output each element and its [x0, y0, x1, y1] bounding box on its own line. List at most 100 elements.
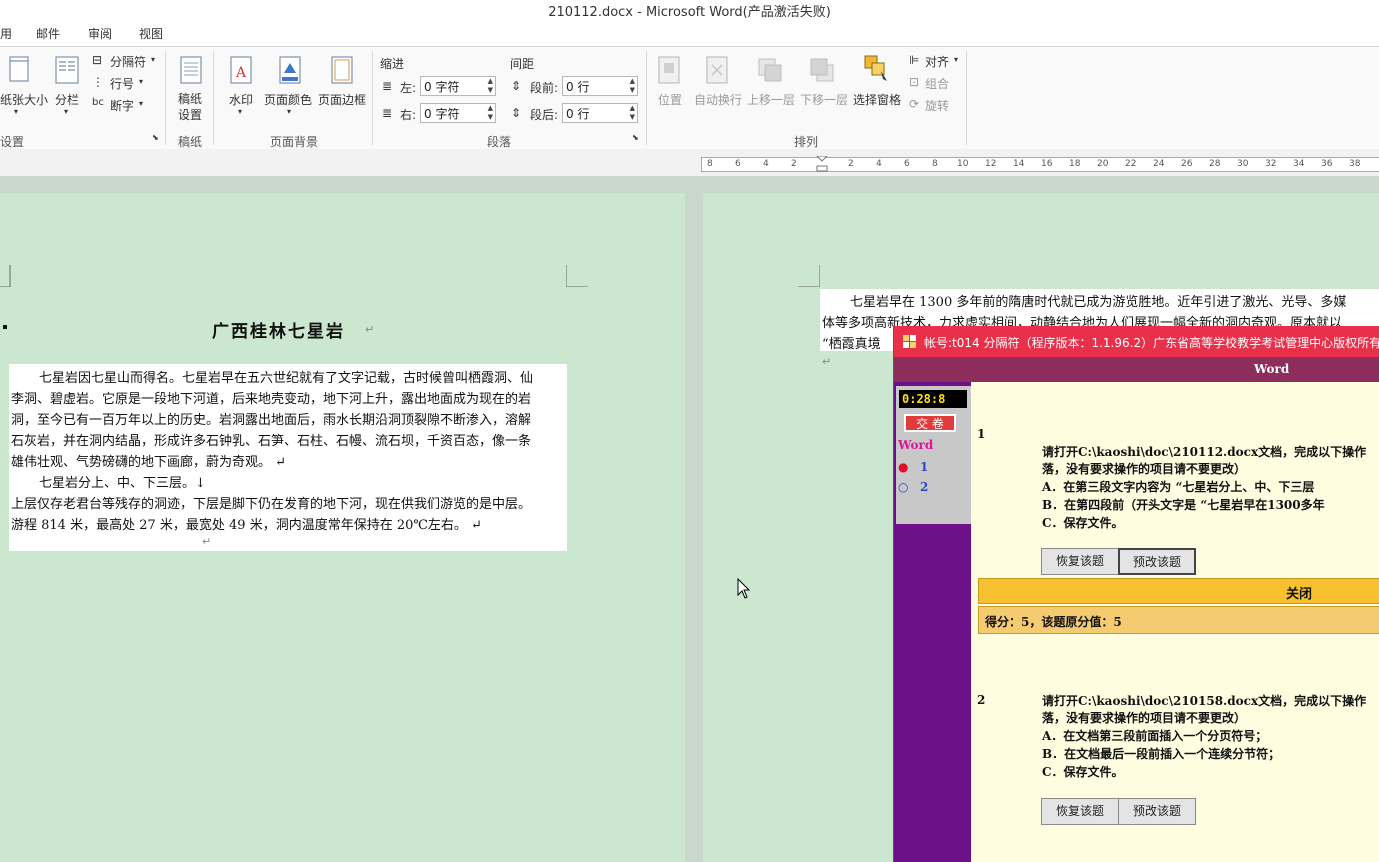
paragraph-line: 李洞、碧虚岩。它原是一段地下河道，后来地壳变动，地下河上升，露出地面成为现在的岩	[11, 392, 532, 407]
submit-exam-button[interactable]: 交 卷	[904, 414, 956, 432]
grade-question-button[interactable]: 预改该题	[1118, 548, 1196, 575]
paragraph-line: 上层仅存老君台等残存的洞迹，下层是脚下仍在发育的地下河，现在供我们游览的是中层。	[11, 497, 532, 512]
wrap-text-icon	[706, 56, 728, 84]
paragraph-launcher-icon[interactable]: ⬊	[632, 133, 639, 142]
close-button[interactable]: 关闭	[1286, 583, 1312, 602]
spinner-arrows-icon[interactable]: ▲ ▼	[488, 77, 493, 95]
line-numbers-button[interactable]: 行号	[110, 75, 134, 92]
ruler-tick: 10	[957, 159, 969, 169]
question-line: 落，没有要求操作的项目请不要更改）	[1042, 462, 1247, 476]
tab-mailings[interactable]: 邮件	[36, 25, 60, 42]
columns-button[interactable]: 分栏	[55, 91, 79, 108]
svg-text:A: A	[235, 65, 247, 81]
spacing-title: 间距	[510, 57, 535, 71]
align-icon: ⊫	[909, 53, 920, 67]
paragraph-line: 雄伟壮观、气势磅礴的地下画廊，蔚为奇观。 ↵	[11, 455, 287, 470]
ruler-tick: 4	[763, 159, 769, 169]
paragraph-mark: ↵	[822, 355, 832, 368]
question-number: 2	[977, 693, 986, 707]
selected-dot-icon: ●	[898, 460, 909, 474]
page-borders-button[interactable]: 页面边框	[318, 91, 366, 108]
hyphenation-chevron-icon: ▾	[139, 99, 144, 108]
horizontal-ruler[interactable]: 8 6 4 2 2 4 6 8 10 12 14 16 18 20 22 24 …	[701, 156, 1379, 172]
indent-marker-icon[interactable]	[816, 156, 828, 172]
group-icon: ⊡	[909, 75, 920, 89]
mouse-cursor-icon	[737, 578, 751, 599]
spinner-arrows-icon[interactable]: ▲ ▼	[630, 104, 635, 122]
restore-question-button[interactable]: 恢复该题	[1041, 798, 1119, 825]
tab-layout[interactable]: 用	[0, 25, 12, 42]
ribbon: 纸张大小 ▾ 分栏 ▾ ⊟ 分隔符 ▾ ⋮ 行号 ▾ bc 断字 ▾ 设置 ⬊ …	[0, 46, 1379, 150]
restore-question-button[interactable]: 恢复该题	[1041, 548, 1119, 575]
countdown-timer: 0:28:8	[899, 390, 967, 408]
rotate-button[interactable]: 旋转	[925, 97, 949, 114]
space-before-input[interactable]: 0 行 ▲ ▼	[562, 76, 638, 96]
ruler-tick: 14	[1013, 159, 1025, 169]
margin-corner-mark	[0, 265, 11, 287]
watermark-button[interactable]: 水印	[229, 91, 253, 108]
paragraph-group-label: 段落	[487, 135, 512, 149]
bring-forward-button[interactable]: 上移一层	[747, 91, 795, 108]
exam-dialog: 帐号:t014 分隔符（程序版本：1.1.96.2）广东省高等学校教学考试管理中…	[893, 326, 1379, 862]
indent-right-icon: ≣	[382, 106, 393, 120]
paragraph-mark: ↵	[202, 535, 212, 548]
ruler-tick: 32	[1265, 159, 1277, 169]
ruler-tick: 20	[1097, 159, 1109, 169]
divider	[213, 51, 214, 145]
draft-settings-button[interactable]: 稿纸 设置	[178, 91, 202, 123]
paragraph-line: 七星岩分上、中、下三层。↓	[39, 476, 206, 491]
tab-review[interactable]: 审阅	[88, 25, 112, 42]
paper-size-button[interactable]: 纸张大小	[0, 91, 48, 108]
score-text: 得分：5，该题原分值：5	[985, 615, 1122, 629]
bullet-mark	[3, 325, 7, 329]
indent-right-input[interactable]: 0 字符 ▲ ▼	[420, 103, 496, 123]
spinner-arrows-icon[interactable]: ▲ ▼	[488, 104, 493, 122]
question-nav-item-2[interactable]: ○ 2	[898, 480, 928, 494]
send-backward-button[interactable]: 下移一层	[800, 91, 848, 108]
rotate-icon: ⟳	[909, 97, 920, 111]
exam-dialog-titlebar[interactable]: 帐号:t014 分隔符（程序版本：1.1.96.2）广东省高等学校教学考试管理中…	[894, 326, 1379, 357]
exam-sidebar-panel: 0:28:8 交 卷 Word ● 1 ○ 2	[896, 386, 971, 524]
group-button[interactable]: 组合	[925, 75, 949, 92]
unselected-dot-icon: ○	[898, 480, 909, 494]
paragraph-mark: ↵	[365, 323, 375, 336]
question-number: 1	[977, 427, 986, 441]
position-button[interactable]: 位置	[658, 91, 682, 108]
question-line: 请打开C:\kaoshi\doc\210158.docx文档，完成以下操作	[1042, 694, 1367, 708]
indent-left-input[interactable]: 0 字符 ▲ ▼	[420, 76, 496, 96]
ruler-tick: 4	[876, 159, 882, 169]
ribbon-tabs: 用 邮件 审阅 视图	[0, 22, 1379, 46]
ruler-tick: 18	[1069, 159, 1081, 169]
breaks-chevron-icon: ▾	[151, 55, 156, 64]
paper-size-chevron-icon: ▾	[14, 107, 19, 116]
tab-view[interactable]: 视图	[139, 25, 163, 42]
paragraph-line: 石灰岩，并在洞内结晶，形成许多石钟乳、石笋、石柱、石幔、流石坝，千资百态，像一条	[11, 434, 532, 449]
ruler-tick: 12	[985, 159, 997, 169]
breaks-icon: ⊟	[92, 53, 103, 67]
question-line: 落，没有要求操作的项目请不要更改）	[1042, 711, 1247, 725]
hyphenation-button[interactable]: 断字	[110, 97, 134, 114]
question-line: C．保存文件。	[1042, 516, 1124, 530]
grade-question-button[interactable]: 预改该题	[1118, 798, 1196, 825]
selection-pane-button[interactable]: 选择窗格	[853, 91, 901, 108]
page-color-button[interactable]: 页面颜色	[264, 91, 312, 108]
page-setup-launcher-icon[interactable]: ⬊	[152, 133, 159, 142]
question-nav-item-1[interactable]: ● 1	[898, 460, 928, 474]
wrap-text-button[interactable]: 自动换行	[694, 91, 742, 108]
ruler-tick: 6	[735, 159, 741, 169]
exam-sidebar: 0:28:8 交 卷 Word ● 1 ○ 2	[894, 382, 971, 862]
align-button[interactable]: 对齐	[925, 53, 949, 70]
breaks-button[interactable]: 分隔符	[110, 53, 146, 70]
space-after-input[interactable]: 0 行 ▲ ▼	[562, 103, 638, 123]
score-bar: 得分：5，该题原分值：5	[978, 606, 1379, 634]
columns-icon	[55, 56, 79, 84]
question-line: B．在第四段前（开头文字是 “七星岩早在1300多年	[1042, 498, 1325, 512]
question-line: B．在文档最后一段前插入一个连续分节符；	[1042, 747, 1281, 761]
subject-bar: Word	[894, 357, 1379, 382]
sidebar-subject-label: Word	[898, 438, 934, 452]
close-bar[interactable]: 关闭	[978, 578, 1379, 604]
paragraph-line: “栖霞真境	[822, 337, 881, 352]
subject-title: Word	[1254, 362, 1290, 376]
ruler-tick: 8	[707, 159, 713, 169]
spinner-arrows-icon[interactable]: ▲ ▼	[630, 77, 635, 95]
